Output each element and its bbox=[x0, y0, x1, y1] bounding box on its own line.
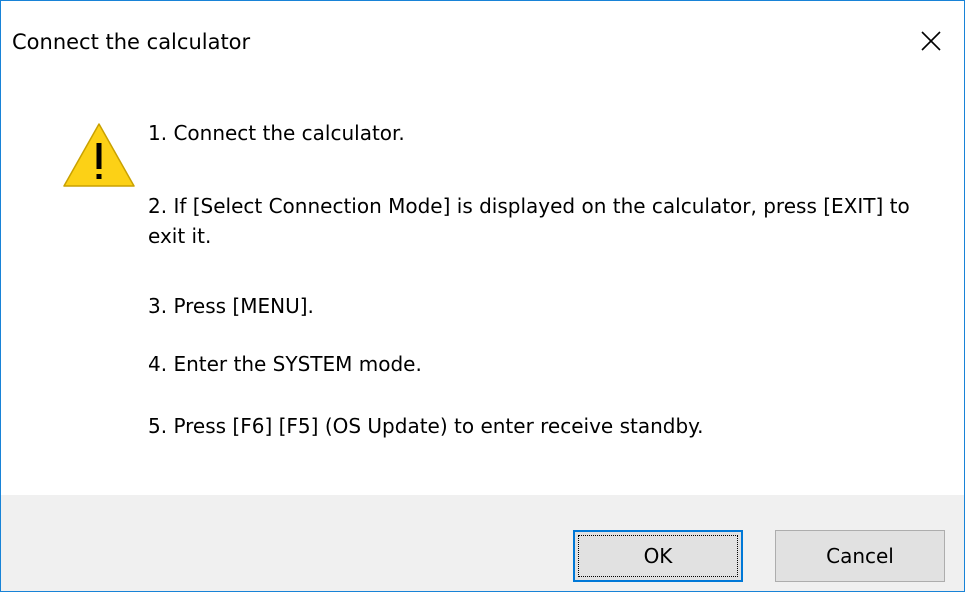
warning-icon bbox=[63, 123, 135, 187]
cancel-button-label: Cancel bbox=[826, 544, 894, 568]
instruction-line-1: 1. Connect the calculator. bbox=[148, 121, 405, 145]
window-title: Connect the calculator bbox=[12, 30, 251, 54]
connect-calculator-dialog: Connect the calculator 1. Connect the ca… bbox=[0, 0, 965, 592]
instruction-line-5: 5. Press [F6] [F5] (OS Update) to enter … bbox=[148, 414, 704, 438]
close-button[interactable] bbox=[898, 1, 964, 81]
close-icon bbox=[921, 31, 941, 51]
title-bar: Connect the calculator bbox=[1, 1, 964, 81]
ok-button[interactable]: OK bbox=[573, 530, 743, 582]
dialog-content: 1. Connect the calculator. 2. If [Select… bbox=[1, 81, 964, 495]
instruction-line-4: 4. Enter the SYSTEM mode. bbox=[148, 352, 422, 376]
instruction-line-3: 3. Press [MENU]. bbox=[148, 294, 314, 318]
button-bar: OK Cancel bbox=[1, 495, 964, 591]
cancel-button[interactable]: Cancel bbox=[775, 530, 945, 582]
instruction-line-2: 2. If [Select Connection Mode] is displa… bbox=[148, 194, 910, 248]
ok-button-label: OK bbox=[643, 544, 673, 568]
